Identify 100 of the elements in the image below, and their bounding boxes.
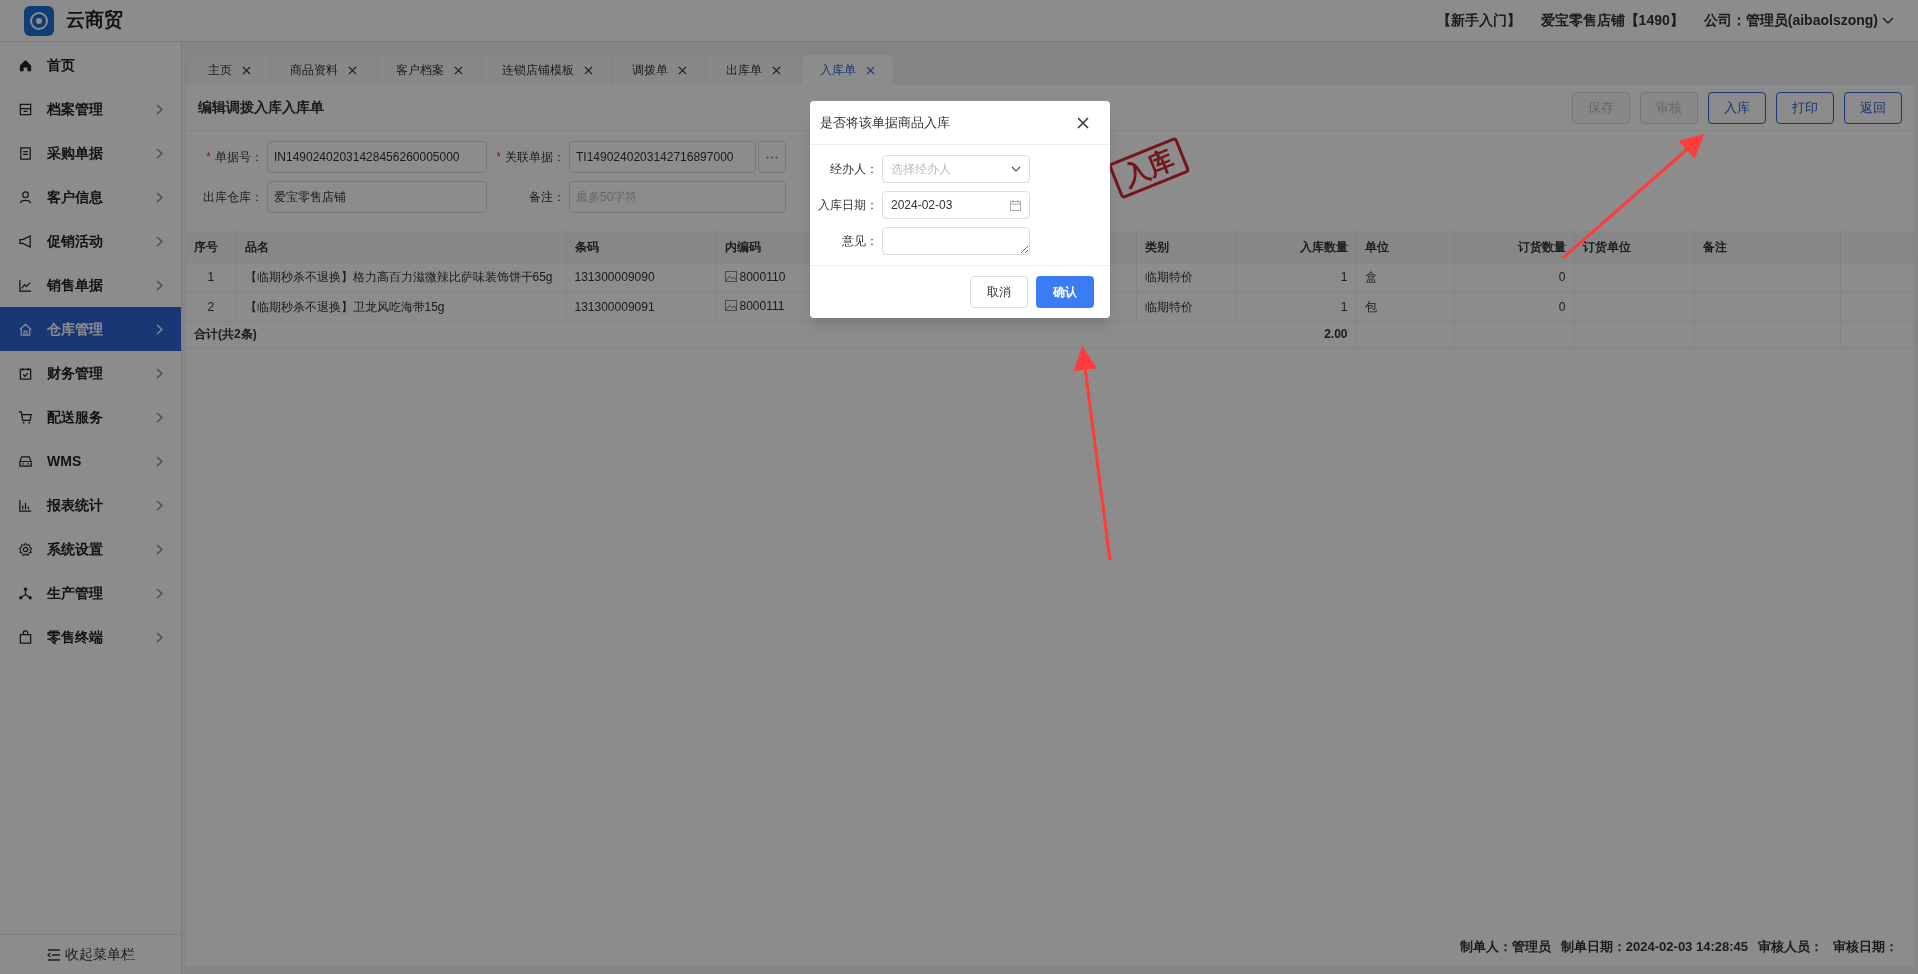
settings-icon — [18, 541, 33, 557]
header-link[interactable]: 【新手入门】 — [1436, 10, 1521, 31]
column-header: 入库数量 — [1236, 231, 1356, 263]
tab[interactable]: 商品资料 — [272, 55, 375, 85]
header-link[interactable]: 爱宝零售店铺【1490】 — [1540, 10, 1684, 31]
field-label: 出库仓库： — [202, 189, 263, 206]
input-field[interactable]: 爱宝零售店铺 — [267, 181, 487, 213]
toolbar-button[interactable]: 入库 — [1708, 91, 1766, 124]
field-label: 经办人： — [829, 161, 878, 178]
field-label: 入库日期： — [818, 197, 878, 214]
chevron-down-icon — [1882, 16, 1894, 25]
table-cell: 131300009090 — [574, 270, 655, 285]
column-header: 序号 — [186, 231, 236, 263]
table-cell: 临期特价 — [1144, 299, 1193, 314]
tab[interactable]: 主页 — [190, 55, 269, 85]
table-cell: 盒 — [1364, 270, 1377, 285]
sidebar-item[interactable]: 首页 — [0, 43, 181, 87]
house-icon — [18, 321, 33, 337]
logo-icon — [24, 5, 54, 36]
footer-info: 制单人：管理员 — [1459, 937, 1551, 956]
sidebar-item[interactable]: 销售单据 — [0, 263, 181, 307]
bag-icon — [18, 629, 33, 645]
column-header: 备注 — [1694, 231, 1840, 263]
table-cell: 131300009091 — [574, 299, 655, 314]
sidebar-item[interactable]: 促销活动 — [0, 219, 181, 263]
bar-chart-icon — [18, 497, 33, 513]
field-label: 意见： — [841, 233, 878, 250]
sidebar-item[interactable]: 零售终端 — [0, 615, 181, 659]
sidebar-item[interactable]: 财务管理 — [0, 351, 181, 395]
total-label: 合计(共2条) — [194, 327, 257, 341]
sidebar-item[interactable]: 配送服务 — [0, 395, 181, 439]
table-cell: 2 — [207, 299, 215, 314]
home-icon — [18, 57, 33, 73]
date-field[interactable]: 2024-02-03 — [882, 191, 1030, 219]
tab[interactable]: 客户档案 — [378, 55, 481, 85]
dialog-button[interactable]: 取消 — [970, 276, 1028, 308]
table-cell: 1 — [1340, 270, 1348, 285]
line-chart-icon — [18, 277, 33, 293]
table-cell: 【临期秒杀不退换】格力高百力滋微辣比萨味装饰饼干65g — [244, 270, 553, 285]
input-field[interactable]: IN14902402031428456260005000 — [267, 141, 487, 173]
footer-info: 制单日期：2024-02-03 14:28:45 — [1560, 937, 1748, 956]
car-icon — [18, 453, 33, 469]
app-title: 云商贸 — [66, 8, 123, 33]
image-icon — [724, 300, 737, 312]
collapse-menu-button[interactable]: 收起菜单栏 — [46, 944, 135, 965]
table-cell: 0 — [1558, 270, 1566, 285]
sidebar-item[interactable]: 生产管理 — [0, 571, 181, 615]
ellipsis-icon — [766, 155, 778, 159]
column-header: 品名 — [236, 231, 566, 263]
calendar-icon — [18, 365, 33, 381]
field-label: * 关联单据： — [495, 149, 565, 166]
table-cell: 1 — [207, 270, 215, 285]
total-value: 2.00 — [1324, 327, 1348, 341]
chevron-down-icon — [1011, 166, 1021, 172]
collapse-icon — [46, 948, 61, 961]
toolbar-button[interactable]: 打印 — [1776, 91, 1834, 124]
input-field[interactable]: TI1490240203142716897000 — [569, 141, 756, 173]
sidebar-item[interactable]: 系统设置 — [0, 527, 181, 571]
table-cell: 【临期秒杀不退换】卫龙风吃海带15g — [244, 299, 445, 314]
person-icon — [18, 189, 33, 205]
cart-icon — [18, 409, 33, 425]
required-mark: * — [496, 150, 501, 164]
tab[interactable]: 入库单 — [802, 55, 893, 85]
sidebar-item[interactable]: 报表统计 — [0, 483, 181, 527]
dialog-title: 是否将该单据商品入库 — [820, 113, 950, 132]
sidebar-item[interactable]: 采购单据 — [0, 131, 181, 175]
toolbar-button[interactable]: 返回 — [1844, 91, 1902, 124]
footer-info: 审核人员： — [1758, 937, 1823, 956]
calendar-icon — [1010, 199, 1021, 211]
sidebar-item[interactable]: 档案管理 — [0, 87, 181, 131]
field-label: 备注： — [528, 189, 565, 206]
field-label: * 单据号： — [205, 149, 263, 166]
nodes-icon — [18, 585, 33, 601]
tab[interactable]: 连锁店铺模板 — [484, 55, 611, 85]
column-header: 类别 — [1136, 231, 1236, 263]
page-title: 编辑调拨入库入库单 — [198, 98, 324, 117]
document-icon — [18, 145, 33, 161]
column-header: 订货单位 — [1574, 231, 1694, 263]
tab[interactable]: 调拨单 — [614, 55, 705, 85]
column-header: 单位 — [1356, 231, 1454, 263]
table-cell-text: 8000111 — [739, 297, 785, 315]
dialog-button[interactable]: 确认 — [1036, 276, 1094, 308]
column-header: 条码 — [566, 231, 716, 263]
sidebar-item[interactable]: WMS — [0, 439, 181, 483]
archive-icon — [18, 101, 33, 117]
footer-info: 审核日期： — [1833, 937, 1898, 956]
close-icon[interactable] — [1077, 116, 1089, 129]
user-menu[interactable]: 公司：管理员(aibaolszong) — [1703, 10, 1894, 31]
column-header: 订货数量 — [1454, 231, 1574, 263]
tab[interactable]: 出库单 — [708, 55, 799, 85]
required-mark: * — [206, 150, 211, 164]
table-cell: 1 — [1340, 299, 1348, 314]
table-cell: 0 — [1558, 299, 1566, 314]
image-icon — [724, 271, 737, 282]
table-cell: 包 — [1364, 299, 1377, 314]
sidebar-item[interactable]: 仓库管理 — [0, 307, 181, 351]
table-cell: 临期特价 — [1144, 270, 1193, 285]
table-cell-text: 8000110 — [739, 268, 786, 286]
sidebar-item[interactable]: 客户信息 — [0, 175, 181, 219]
megaphone-icon — [18, 233, 33, 249]
